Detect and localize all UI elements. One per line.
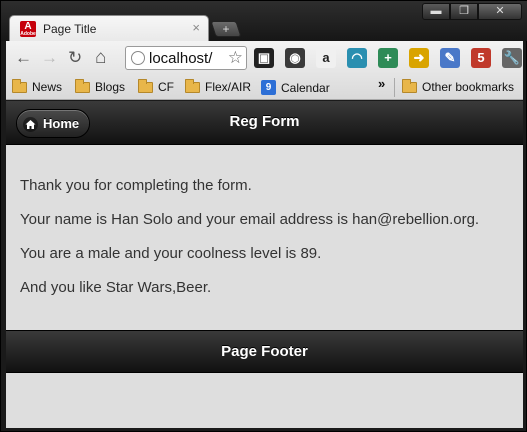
bookmarks-overflow-button[interactable]: » bbox=[378, 76, 385, 91]
page-footer: Page Footer bbox=[6, 330, 523, 373]
browser-tab[interactable]: A Adobe Page Title × bbox=[9, 15, 209, 41]
adobe-icon: A Adobe bbox=[20, 21, 36, 37]
wrench-icon[interactable]: 🔧 bbox=[502, 48, 522, 68]
minimize-button[interactable]: ▬ bbox=[422, 3, 450, 20]
forward-button[interactable]: → bbox=[41, 49, 58, 67]
bookmarks-divider bbox=[394, 78, 395, 97]
name-email-text: Your name is Han Solo and your email add… bbox=[20, 211, 480, 228]
page-header: Home Reg Form bbox=[6, 101, 523, 145]
folder-icon bbox=[12, 78, 27, 93]
bookmark-calendar[interactable]: 9 Calendar bbox=[261, 80, 330, 95]
other-bookmarks[interactable]: Other bookmarks bbox=[402, 78, 515, 94]
new-tab-button[interactable]: + bbox=[210, 21, 242, 37]
bookmark-label: Calendar bbox=[281, 80, 330, 95]
signal-icon[interactable]: ◠ bbox=[347, 48, 367, 68]
bookmark-label: Blogs bbox=[95, 80, 126, 94]
page-content: Thank you for completing the form. Your … bbox=[20, 177, 520, 313]
address-text[interactable]: localhost/ bbox=[149, 50, 212, 67]
footer-title: Page Footer bbox=[221, 343, 308, 360]
amazon-icon[interactable]: a bbox=[316, 48, 336, 68]
html5-database-icon[interactable]: 5 bbox=[471, 48, 491, 68]
bookmark-cf[interactable]: CF bbox=[138, 78, 174, 94]
browser-window: A Adobe Page Title × + ▬ ❐ ✕ ← → ↻ ⌂ loca… bbox=[0, 0, 527, 432]
tab-title: Page Title bbox=[43, 22, 97, 36]
send-to-phone-icon[interactable]: ➜ bbox=[409, 48, 429, 68]
folder-icon bbox=[402, 78, 417, 93]
folder-icon bbox=[138, 78, 153, 93]
globe-icon bbox=[131, 51, 145, 65]
back-button[interactable]: ← bbox=[15, 49, 32, 67]
color-wheel-icon[interactable]: ◉ bbox=[285, 48, 305, 68]
bookmarks-bar: News Blogs CF Flex/AIR 9 Calendar » Othe… bbox=[6, 75, 523, 100]
confirmation-text: Thank you for completing the form. bbox=[20, 177, 252, 194]
page-viewport: Home Reg Form Thank you for completing t… bbox=[6, 101, 523, 428]
browser-toolbar: ← → ↻ ⌂ localhost/ ☆ ▣ ◉ a ◠ + ➜ ✎ 5 🔧 bbox=[6, 41, 523, 75]
bookmark-star-icon[interactable]: ☆ bbox=[228, 48, 243, 68]
window-controls: ▬ ❐ ✕ bbox=[422, 3, 522, 20]
bookmark-label: CF bbox=[158, 80, 174, 94]
folder-icon bbox=[185, 78, 200, 93]
eyedropper-icon[interactable]: ✎ bbox=[440, 48, 460, 68]
address-bar[interactable]: localhost/ ☆ bbox=[125, 46, 247, 70]
bookmark-blogs[interactable]: Blogs bbox=[75, 78, 126, 94]
home-nav-button[interactable]: ⌂ bbox=[95, 48, 106, 67]
maximize-button[interactable]: ❐ bbox=[450, 3, 478, 20]
bookmark-news[interactable]: News bbox=[12, 78, 63, 94]
bookmark-label: News bbox=[32, 80, 63, 94]
bookmark-label: Flex/AIR bbox=[205, 80, 252, 94]
tab-strip: A Adobe Page Title × + ▬ ❐ ✕ bbox=[1, 1, 527, 41]
bookmark-flex-air[interactable]: Flex/AIR bbox=[185, 78, 252, 94]
tab-close-icon[interactable]: × bbox=[192, 20, 200, 35]
other-bookmarks-label: Other bookmarks bbox=[422, 80, 515, 94]
likes-text: And you like Star Wars,Beer. bbox=[20, 279, 212, 296]
close-window-button[interactable]: ✕ bbox=[478, 3, 522, 20]
page-title: Reg Form bbox=[229, 113, 300, 130]
calendar-icon: 9 bbox=[261, 80, 276, 95]
gender-coolness-text: You are a male and your coolness level i… bbox=[20, 245, 322, 262]
plus-icon[interactable]: + bbox=[378, 48, 398, 68]
evernote-icon[interactable]: ▣ bbox=[254, 48, 274, 68]
folder-icon bbox=[75, 78, 90, 93]
reload-button[interactable]: ↻ bbox=[68, 49, 82, 67]
